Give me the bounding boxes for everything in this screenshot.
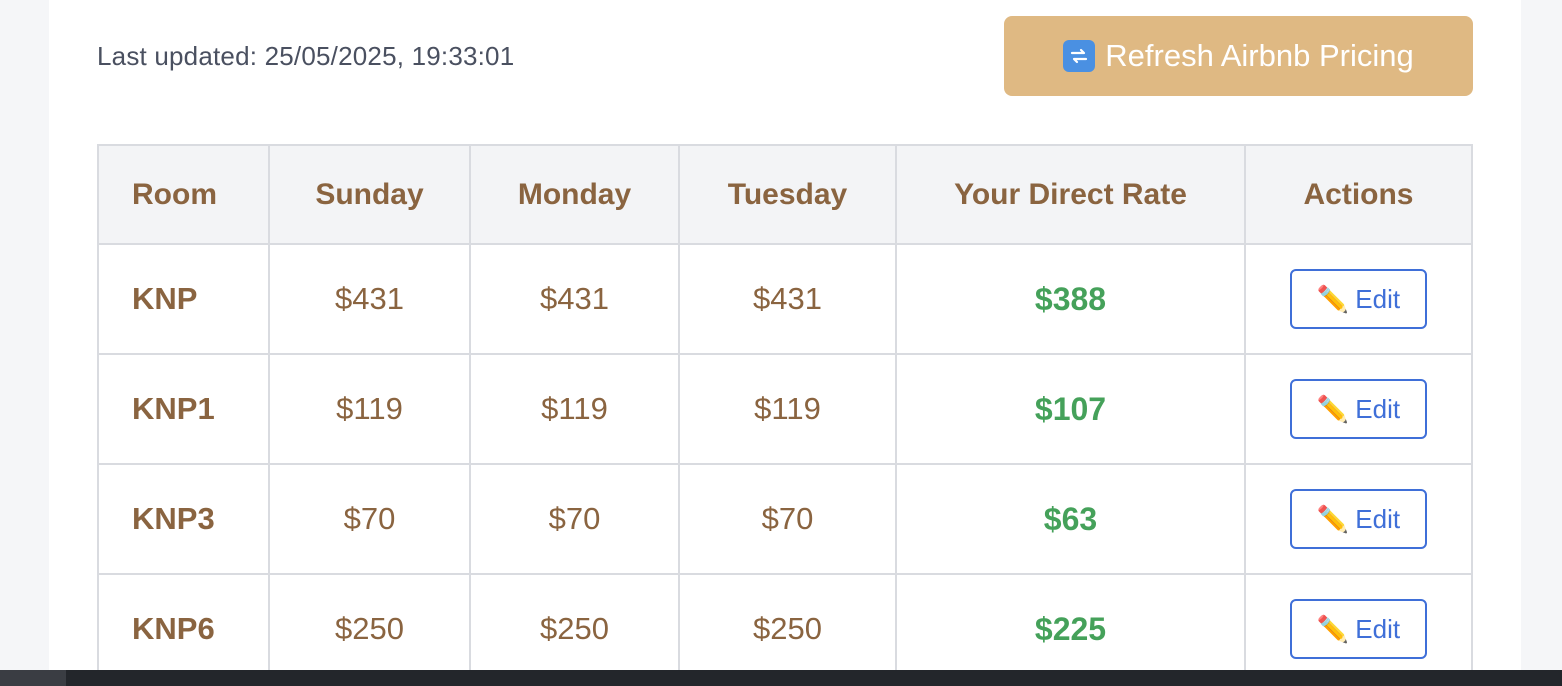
tuesday-price: $250	[678, 573, 897, 685]
room-name: KNP1	[97, 353, 270, 465]
edit-label: Edit	[1355, 503, 1401, 534]
table-header-row: Room Sunday Monday Tuesday Your Direct R…	[97, 144, 1473, 245]
direct-rate: $107	[895, 353, 1246, 465]
direct-rate: $225	[895, 573, 1246, 685]
pencil-icon: ✏️	[1316, 393, 1350, 424]
tuesday-price: $119	[678, 353, 897, 465]
tuesday-price: $431	[678, 243, 897, 355]
column-header-monday: Monday	[469, 144, 680, 245]
edit-button[interactable]: ✏️ Edit	[1290, 379, 1427, 439]
edit-label: Edit	[1355, 283, 1401, 314]
edit-label: Edit	[1355, 613, 1401, 644]
refresh-pricing-button[interactable]: Refresh Airbnb Pricing	[1004, 16, 1473, 96]
taskbar-start-area	[0, 670, 66, 686]
column-header-direct-rate: Your Direct Rate	[895, 144, 1246, 245]
column-header-room: Room	[97, 144, 270, 245]
table-row: KNP3 $70 $70 $70 $63 ✏️ Edit	[97, 463, 1473, 575]
direct-rate: $63	[895, 463, 1246, 575]
pencil-icon: ✏️	[1316, 613, 1350, 644]
pencil-icon: ✏️	[1316, 283, 1350, 314]
direct-rate: $388	[895, 243, 1246, 355]
monday-price: $250	[469, 573, 680, 685]
monday-price: $70	[469, 463, 680, 575]
column-header-tuesday: Tuesday	[678, 144, 897, 245]
pricing-table: Room Sunday Monday Tuesday Your Direct R…	[97, 144, 1473, 685]
edit-button[interactable]: ✏️ Edit	[1290, 599, 1427, 659]
edit-label: Edit	[1355, 393, 1401, 424]
room-name: KNP	[97, 243, 270, 355]
edit-button[interactable]: ✏️ Edit	[1290, 489, 1427, 549]
column-header-actions: Actions	[1244, 144, 1473, 245]
sunday-price: $431	[268, 243, 471, 355]
edit-button[interactable]: ✏️ Edit	[1290, 269, 1427, 329]
table-row: KNP6 $250 $250 $250 $225 ✏️ Edit	[97, 573, 1473, 685]
sunday-price: $119	[268, 353, 471, 465]
last-updated-text: Last updated: 25/05/2025, 19:33:01	[97, 41, 515, 71]
monday-price: $119	[469, 353, 680, 465]
actions-cell: ✏️ Edit	[1244, 463, 1473, 575]
actions-cell: ✏️ Edit	[1244, 573, 1473, 685]
sunday-price: $250	[268, 573, 471, 685]
column-header-sunday: Sunday	[268, 144, 471, 245]
refresh-pricing-label: Refresh Airbnb Pricing	[1105, 38, 1414, 73]
monday-price: $431	[469, 243, 680, 355]
sunday-price: $70	[268, 463, 471, 575]
taskbar	[0, 670, 1562, 686]
tuesday-price: $70	[678, 463, 897, 575]
actions-cell: ✏️ Edit	[1244, 353, 1473, 465]
table-row: KNP $431 $431 $431 $388 ✏️ Edit	[97, 243, 1473, 355]
pencil-icon: ✏️	[1316, 503, 1350, 534]
room-name: KNP6	[97, 573, 270, 685]
arrows-cycle-icon	[1063, 40, 1096, 72]
actions-cell: ✏️ Edit	[1244, 243, 1473, 355]
table-row: KNP1 $119 $119 $119 $107 ✏️ Edit	[97, 353, 1473, 465]
room-name: KNP3	[97, 463, 270, 575]
